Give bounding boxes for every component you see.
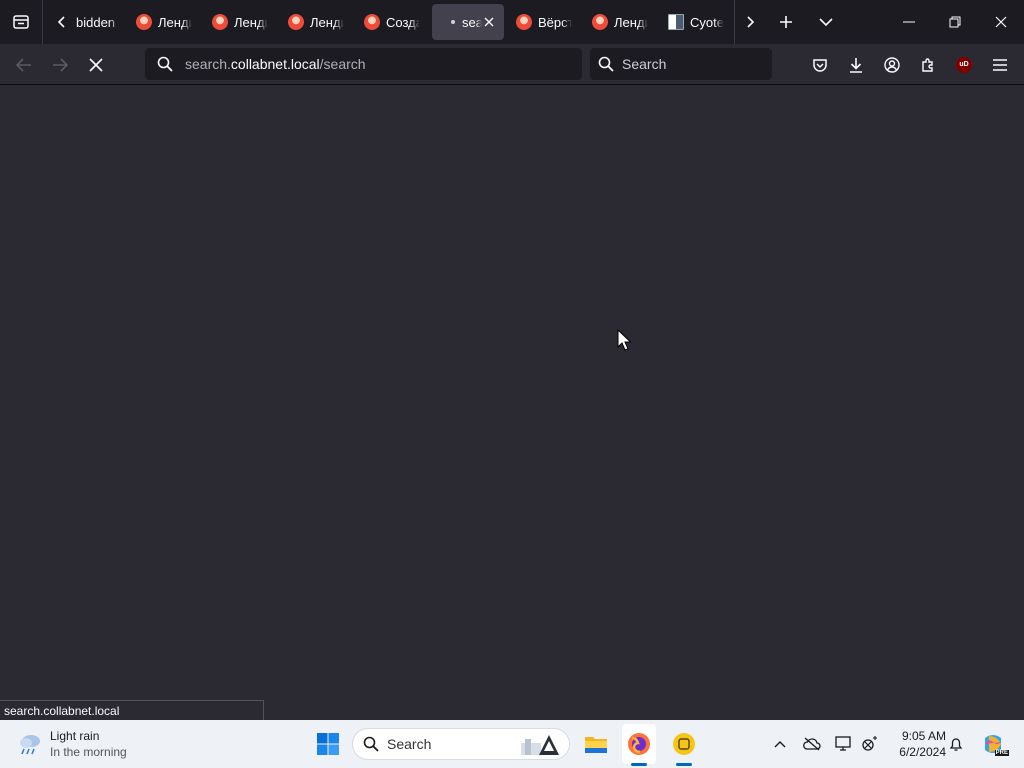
url-prefix: search. <box>185 56 231 72</box>
account-icon[interactable] <box>876 44 908 85</box>
tab-favicon-icon <box>516 14 532 30</box>
windows-start-icon[interactable] <box>312 720 344 768</box>
clock-date: 6/2/2024 <box>899 745 946 759</box>
scroll-tabs-right-icon[interactable] <box>736 0 764 44</box>
tab[interactable]: Создание <box>364 4 428 40</box>
stop-loading-icon[interactable] <box>80 44 112 85</box>
tab-favicon-icon <box>364 14 380 30</box>
ublock-badge: uD <box>956 56 972 73</box>
hamburger-menu-icon[interactable] <box>984 44 1016 85</box>
tab-favicon-icon <box>592 14 608 30</box>
tab-label: bidden <box>76 14 116 30</box>
network-volume-icon[interactable] <box>858 720 882 768</box>
url-path: /search <box>319 56 366 72</box>
weather-subtitle: In the morning <box>50 745 127 759</box>
taskbar-search-placeholder: Search <box>387 736 432 752</box>
loading-dot-icon <box>451 20 455 24</box>
back-arrow-icon[interactable] <box>8 44 40 85</box>
tab[interactable]: Cyote <box>668 4 732 40</box>
close-tab-icon[interactable] <box>482 15 496 29</box>
tab-label: Cyote <box>690 14 724 30</box>
tab-label: Вёрстка <box>538 14 572 30</box>
tab-label: search <box>462 14 482 30</box>
downloads-icon[interactable] <box>840 44 872 85</box>
tab[interactable]: Лендинг <box>592 4 656 40</box>
search-input[interactable] <box>622 56 752 72</box>
pocket-icon[interactable] <box>804 44 836 85</box>
status-link-overlay: search.collabnet.local <box>0 700 264 720</box>
copilot-badge: PRE <box>994 750 1009 756</box>
firefox-taskbar-icon[interactable] <box>622 724 656 764</box>
firefox-running-indicator <box>631 763 647 766</box>
tab[interactable]: bidden <box>76 4 128 40</box>
new-tab-plus-icon[interactable] <box>770 0 802 44</box>
notification-bell-icon[interactable] <box>946 720 966 768</box>
tab-favicon-icon <box>212 14 228 30</box>
list-all-tabs-chevron-icon[interactable] <box>810 0 842 44</box>
tab-label: Лендинг <box>310 14 344 30</box>
url-host: collabnet.local <box>230 56 320 72</box>
windows-taskbar: Light rain In the morning Search 9:05 AM… <box>0 720 1024 768</box>
restore-icon[interactable] <box>936 0 974 44</box>
navigation-toolbar: search.collabnet.local/search uD <box>0 44 1024 85</box>
tab[interactable]: Лендинг <box>288 4 352 40</box>
yellow-app-icon[interactable] <box>668 720 700 768</box>
minimize-icon[interactable] <box>890 0 928 44</box>
tab-favicon-icon <box>288 14 304 30</box>
tab-label: Лендинг <box>614 14 648 30</box>
mouse-cursor-icon <box>617 328 632 356</box>
search-icon <box>363 736 379 752</box>
address-bar[interactable]: search.collabnet.local/search <box>145 48 582 80</box>
app-running-indicator <box>676 763 692 766</box>
weather-widget[interactable]: Light rain In the morning <box>16 720 127 768</box>
firefox-view-icon[interactable] <box>0 0 42 44</box>
page-content-blank <box>0 86 1024 720</box>
search-icon <box>145 56 185 72</box>
ublock-origin-icon[interactable]: uD <box>948 44 980 85</box>
tab-label: Создание <box>386 14 420 30</box>
tab[interactable]: Вёрстка <box>516 4 580 40</box>
url-text: search.collabnet.local/search <box>185 56 366 72</box>
scroll-tabs-left-icon[interactable] <box>48 0 76 44</box>
copilot-icon[interactable]: PRE <box>978 720 1009 768</box>
show-hidden-icons-chevron-icon[interactable] <box>770 720 790 768</box>
web-search-box[interactable] <box>590 48 772 80</box>
display-icon[interactable] <box>832 720 856 768</box>
tab-bar: bidden Лендинг Лендинг Лендинг Создание … <box>0 0 1024 44</box>
tab-label: Лендинг <box>158 14 192 30</box>
tab[interactable]: Лендинг <box>212 4 276 40</box>
clock-time: 9:05 AM <box>901 729 946 743</box>
tab-active[interactable]: search <box>432 4 504 40</box>
close-window-icon[interactable] <box>982 0 1020 44</box>
weather-title: Light rain <box>50 729 100 743</box>
extensions-puzzle-icon[interactable] <box>912 44 944 85</box>
system-clock[interactable]: 9:05 AM 6/2/2024 <box>886 728 946 760</box>
tab-favicon-icon <box>136 14 152 30</box>
search-icon <box>590 56 622 72</box>
tab-label: Лендинг <box>234 14 268 30</box>
tab-favicon-icon <box>668 14 684 30</box>
forward-arrow-icon[interactable] <box>44 44 76 85</box>
onedrive-offline-icon[interactable] <box>800 720 824 768</box>
search-highlight-illustration-icon <box>519 733 563 757</box>
tab[interactable]: Лендинг <box>136 4 200 40</box>
taskbar-search-box[interactable]: Search <box>352 728 570 760</box>
file-explorer-icon[interactable] <box>580 720 612 768</box>
rain-cloud-icon <box>20 735 40 755</box>
